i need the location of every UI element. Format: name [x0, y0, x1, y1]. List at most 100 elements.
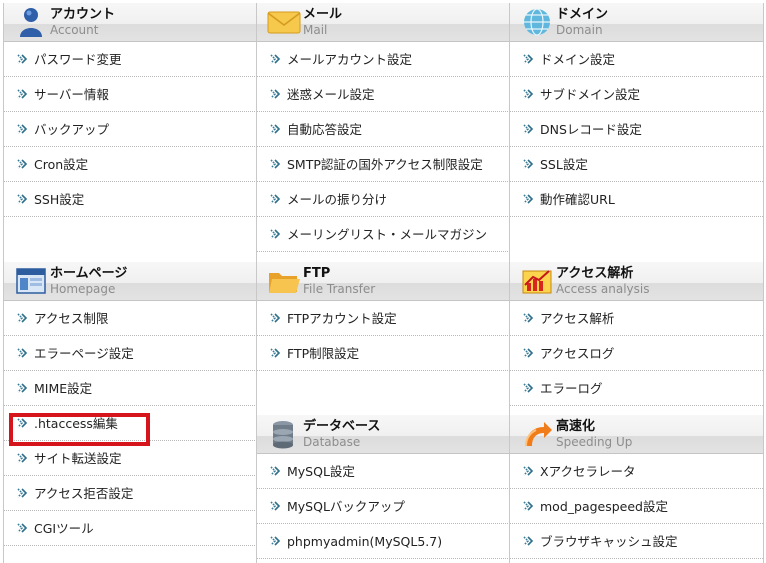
homepage-header: ホームページ Homepage: [4, 262, 257, 301]
menu-item[interactable]: メールアカウント設定: [257, 42, 510, 77]
menu-item[interactable]: メールの振り分け: [257, 182, 510, 217]
account-section: アカウント Account パスワード変更 サーバー情報 バックアップ Cron設定 S…: [4, 3, 257, 217]
menu-item[interactable]: 自動応答設定: [257, 112, 510, 147]
menu-item[interactable]: バックアップ: [4, 112, 257, 147]
menu-item[interactable]: SMTP認証の国外アクセス制限設定: [257, 147, 510, 182]
menu-item-label: CGIツール: [34, 521, 94, 536]
menu-item[interactable]: Cron設定: [4, 147, 257, 182]
envelope-icon: [267, 11, 301, 34]
menu-item-label: サイト転送設定: [34, 451, 122, 466]
menu-item-label: サブドメイン設定: [540, 87, 641, 102]
chevron-right-icon: [522, 500, 534, 512]
menu-item[interactable]: サーバー情報: [4, 77, 257, 112]
bar-chart-icon: [522, 270, 552, 294]
domain-header: ドメイン Domain: [510, 3, 763, 42]
menu-item-label: ブラウザキャッシュ設定: [540, 534, 678, 549]
menu-item[interactable]: エラーページ設定: [4, 336, 257, 371]
menu-item[interactable]: FTP制限設定: [257, 336, 510, 371]
menu-item[interactable]: SSL設定: [510, 147, 763, 182]
speed-arrow-icon: [525, 422, 552, 447]
domain-subtitle: Domain: [556, 23, 603, 37]
menu-item[interactable]: エラーログ: [510, 371, 763, 406]
menu-item[interactable]: 動作確認URL: [510, 182, 763, 217]
menu-item[interactable]: 迷惑メール設定: [257, 77, 510, 112]
column-left: アカウント Account パスワード変更 サーバー情報 バックアップ Cron設定 S…: [3, 3, 257, 563]
chevron-right-icon: [16, 123, 28, 135]
column-right: ドメイン Domain ドメイン設定サブドメイン設定 DNSレコード設定 SSL設定…: [509, 3, 764, 563]
menu-item[interactable]: MySQL設定: [257, 454, 510, 489]
menu-item[interactable]: アクセス制限: [4, 301, 257, 336]
menu-item-label: 自動応答設定: [287, 122, 363, 137]
menu-item[interactable]: ブラウザキャッシュ設定: [510, 524, 763, 559]
chevron-right-icon: [16, 347, 28, 359]
ftp-menu-list: FTPアカウント設定 FTP制限設定: [257, 301, 510, 371]
homepage-menu-list: アクセス制限 エラーページ設定 MIME設定 .htaccess編集サイト転送設定 アク…: [4, 301, 257, 546]
menu-item-label: メーリングリスト・メールマガジン: [287, 227, 488, 242]
menu-item-label: SSL設定: [540, 157, 588, 172]
menu-item[interactable]: phpmyadmin(MySQL5.7): [257, 524, 510, 559]
account-subtitle: Account: [50, 23, 99, 37]
chevron-right-icon: [522, 158, 534, 170]
analytics-header: アクセス解析 Access analysis: [510, 262, 763, 301]
menu-item-label: アクセス拒否設定: [34, 486, 134, 501]
mail-subtitle: Mail: [303, 23, 328, 37]
menu-item[interactable]: アクセスログ: [510, 336, 763, 371]
globe-icon: [524, 8, 550, 36]
menu-item-label: phpmyadmin(MySQL5.7): [287, 534, 443, 549]
menu-item[interactable]: MIME設定: [4, 371, 257, 406]
menu-item[interactable]: メーリングリスト・メールマガジン: [257, 217, 510, 252]
menu-item[interactable]: .htaccess編集: [4, 406, 257, 441]
mail-header: メール Mail: [257, 3, 510, 42]
menu-item[interactable]: SSH設定: [4, 182, 257, 217]
browser-window-icon: [16, 268, 46, 294]
homepage-section: ホームページ Homepage アクセス制限 エラーページ設定 MIME設定 .hta…: [4, 262, 257, 546]
folder-icon: [269, 273, 300, 293]
homepage-title: ホームページ: [50, 266, 128, 281]
chevron-right-icon: [269, 347, 281, 359]
menu-item-label: Cron設定: [34, 157, 89, 172]
menu-item-label: mod_pagespeed設定: [540, 499, 668, 514]
mail-menu-list: メールアカウント設定 迷惑メール設定自動応答設定 SMTP認証の国外アクセス制限設定…: [257, 42, 510, 252]
menu-item-label: アクセスログ: [540, 346, 615, 361]
menu-item[interactable]: パスワード変更: [4, 42, 257, 77]
ftp-header: FTP File Transfer: [257, 262, 510, 301]
speed-header: 高速化 Speeding Up: [510, 415, 763, 454]
menu-item[interactable]: アクセス拒否設定: [4, 476, 257, 511]
user-icon: [20, 8, 42, 37]
menu-item-label: SSH設定: [34, 192, 85, 207]
mail-title: メール: [303, 7, 343, 22]
homepage-subtitle: Homepage: [50, 282, 116, 296]
server-panel-menu: アカウント Account パスワード変更 サーバー情報 バックアップ Cron設定 S…: [0, 0, 766, 563]
chevron-right-icon: [16, 312, 28, 324]
menu-item[interactable]: サブドメイン設定: [510, 77, 763, 112]
chevron-right-icon: [269, 535, 281, 547]
speed-subtitle: Speeding Up: [556, 435, 633, 449]
menu-item[interactable]: DNSレコード設定: [510, 112, 763, 147]
chevron-right-icon: [269, 465, 281, 477]
chevron-right-icon: [269, 228, 281, 240]
ftp-title: FTP: [303, 266, 331, 281]
menu-item[interactable]: Xアクセラレータ: [510, 454, 763, 489]
chevron-right-icon: [16, 382, 28, 394]
chevron-right-icon: [16, 452, 28, 464]
menu-item[interactable]: ドメイン設定: [510, 42, 763, 77]
menu-item[interactable]: FTPアカウント設定: [257, 301, 510, 336]
analytics-title: アクセス解析: [556, 266, 634, 281]
database-menu-list: MySQL設定 MySQLバックアップ phpmyadmin(MySQL5.7): [257, 454, 510, 559]
chevron-right-icon: [269, 53, 281, 65]
speed-menu-list: Xアクセラレータ mod_pagespeed設定 ブラウザキャッシュ設定: [510, 454, 763, 559]
menu-item[interactable]: mod_pagespeed設定: [510, 489, 763, 524]
menu-item[interactable]: MySQLバックアップ: [257, 489, 510, 524]
menu-item[interactable]: アクセス解析: [510, 301, 763, 336]
domain-title: ドメイン: [556, 7, 609, 22]
menu-item[interactable]: CGIツール: [4, 511, 257, 546]
ftp-section: FTP File Transfer FTPアカウント設定 FTP制限設定: [257, 262, 510, 371]
database-title: データベース: [303, 419, 381, 434]
ftp-subtitle: File Transfer: [303, 282, 376, 296]
chevron-right-icon: [522, 382, 534, 394]
database-header: データベース Database: [257, 415, 510, 454]
menu-item-label: Xアクセラレータ: [540, 464, 636, 479]
analytics-menu-list: アクセス解析アクセスログエラーログ: [510, 301, 763, 406]
menu-item[interactable]: サイト転送設定: [4, 441, 257, 476]
menu-item-label: パスワード変更: [34, 52, 122, 67]
